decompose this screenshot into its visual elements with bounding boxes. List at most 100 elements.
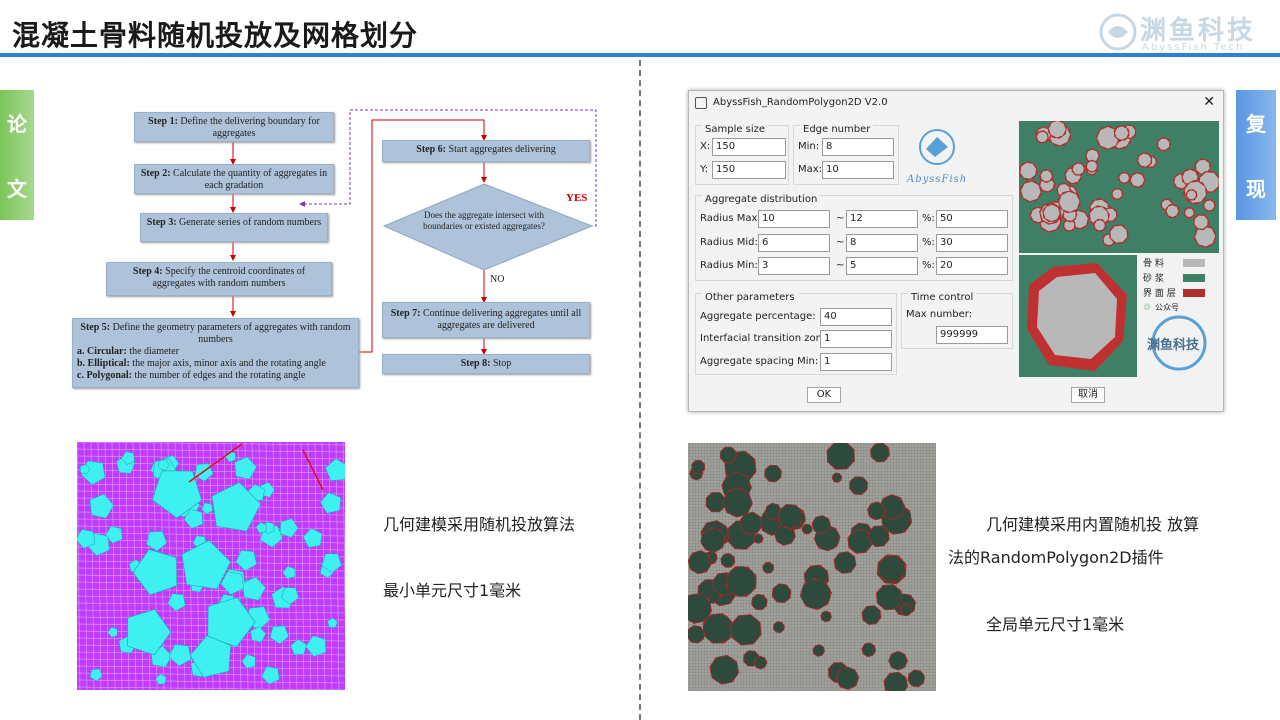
paper-mesh-image bbox=[77, 442, 345, 690]
caption-right-3: 全局单元尺寸1毫米 bbox=[986, 615, 1125, 634]
tab-reproduce[interactable]: 复 现 bbox=[1236, 90, 1276, 220]
tab-reproduce-char-2: 现 bbox=[1246, 177, 1266, 201]
step-4-label: Step 4: bbox=[132, 266, 163, 277]
radius-max-pct-field[interactable]: 50 bbox=[936, 210, 1008, 228]
tab-paper-char-2: 文 bbox=[7, 177, 27, 201]
radius-max-label: Radius Max: bbox=[700, 213, 761, 224]
random-polygon-dialog: AbyssFish_RandomPolygon2D V2.0 ✕ Sample … bbox=[688, 90, 1224, 412]
abyssfish-logo-text: AbyssFish bbox=[907, 174, 968, 185]
step-6-label: Step 6: bbox=[416, 144, 447, 155]
radius-min-tilde: ~ bbox=[836, 260, 845, 271]
logo-subtitle: AbyssFish Tech bbox=[1142, 42, 1245, 53]
cancel-button[interactable]: 取消 bbox=[1071, 387, 1105, 403]
step-4-box: Step 4: Specify the centroid coordinates… bbox=[106, 262, 332, 296]
other-parameters-group: Other parameters Aggregate percentage: 4… bbox=[695, 292, 897, 375]
edge-number-group: Edge number Min: 8 Max: 10 bbox=[793, 124, 899, 185]
brand-watermark-text: 渊鱼科技 bbox=[1147, 338, 1200, 353]
radius-mid-from-field[interactable]: 6 bbox=[758, 234, 830, 252]
step-8-label: Step 8: bbox=[460, 358, 491, 369]
dialog-title: AbyssFish_RandomPolygon2D V2.0 bbox=[713, 97, 888, 108]
legend-itz-swatch bbox=[1183, 289, 1205, 297]
step-4-text: Specify the centroid coordinates of aggr… bbox=[152, 266, 306, 289]
radius-mid-pct-label: %: bbox=[922, 237, 935, 248]
radius-mid-label: Radius Mid: bbox=[700, 237, 758, 248]
edge-number-label: Edge number bbox=[800, 124, 874, 135]
step-5-label: Step 5: bbox=[80, 322, 111, 333]
caption-right-1: 几何建模采用内置随机投 放算 bbox=[986, 515, 1200, 534]
caption-right-2: 法的RandomPolygon2D插件 bbox=[948, 548, 1164, 567]
step-8-text: Stop bbox=[490, 358, 512, 369]
sample-size-label: Sample size bbox=[702, 124, 769, 135]
step-5-box: Step 5: Define the geometry parameters o… bbox=[72, 318, 359, 388]
step-2-box: Step 2: Calculate the quantity of aggreg… bbox=[134, 164, 334, 194]
step-2-label: Step 2: bbox=[140, 168, 171, 179]
edge-max-field[interactable]: 10 bbox=[822, 161, 894, 179]
step-3-box: Step 3: Generate series of random number… bbox=[140, 213, 328, 242]
sample-size-group: Sample size X: 150 Y: 150 bbox=[695, 124, 789, 185]
step-5-b-text: the major axis, minor axis and the rotat… bbox=[129, 358, 326, 369]
edge-min-field[interactable]: 8 bbox=[822, 138, 894, 156]
aggregate-percentage-field[interactable]: 40 bbox=[820, 308, 892, 326]
step-7-box: Step 7: Continue delivering aggregates u… bbox=[382, 302, 590, 338]
step-5-a-text: the diameter bbox=[126, 346, 180, 357]
step-5-c-text: the number of edges and the rotating ang… bbox=[132, 370, 306, 381]
app-icon bbox=[695, 97, 707, 109]
step-6-box: Step 6: Start aggregates delivering bbox=[382, 140, 590, 162]
close-icon[interactable]: ✕ bbox=[1203, 94, 1215, 110]
decision-text: Does the aggregate intersect with bounda… bbox=[423, 210, 545, 231]
radius-max-tilde: ~ bbox=[836, 213, 845, 224]
radius-min-to-field[interactable]: 5 bbox=[846, 257, 918, 275]
itz-field[interactable]: 1 bbox=[820, 330, 892, 348]
step-1-text: Define the delivering boundary for aggre… bbox=[177, 116, 320, 139]
radius-min-pct-label: %: bbox=[922, 260, 935, 271]
radius-max-from-field[interactable]: 10 bbox=[758, 210, 830, 228]
step-6-text: Start aggregates delivering bbox=[446, 144, 556, 155]
step-7-label: Step 7: bbox=[390, 308, 421, 319]
max-number-field[interactable]: 999999 bbox=[936, 326, 1008, 344]
edge-max-label: Max: bbox=[798, 164, 823, 175]
aggregate-distribution-group: Aggregate distribution Radius Max: 10 ~ … bbox=[695, 194, 1013, 281]
tab-paper[interactable]: 论 文 bbox=[0, 90, 34, 220]
radius-min-from-field[interactable]: 3 bbox=[758, 257, 830, 275]
sample-y-field[interactable]: 150 bbox=[712, 161, 786, 179]
legend-itz-label: 界 面 层 bbox=[1143, 289, 1176, 299]
radius-mid-pct-field[interactable]: 30 bbox=[936, 234, 1008, 252]
step-3-label: Step 3: bbox=[146, 217, 177, 228]
legend-panel: 骨 料 砂 浆 界 面 层 ♲ 公众号 渊鱼科技 bbox=[1139, 255, 1219, 377]
radius-mid-tilde: ~ bbox=[836, 237, 845, 248]
time-control-group: Time control Max number: 999999 bbox=[901, 292, 1013, 349]
yes-label: YES bbox=[566, 192, 588, 204]
legend-mortar-label: 砂 浆 bbox=[1143, 274, 1164, 284]
abyssfish-logo-icon bbox=[919, 129, 955, 165]
no-label: NO bbox=[490, 274, 505, 285]
brand-logo: 渊鱼科技 AbyssFish Tech bbox=[1098, 10, 1268, 54]
step-5-c-label: c. Polygonal: bbox=[77, 370, 132, 381]
fish-logo-icon bbox=[1099, 13, 1137, 51]
caption-left-1: 几何建模采用随机投放算法 bbox=[383, 515, 576, 534]
spacing-label: Aggregate spacing Min: bbox=[700, 356, 819, 367]
sample-x-field[interactable]: 150 bbox=[712, 138, 786, 156]
ok-button[interactable]: OK bbox=[807, 387, 841, 403]
radius-min-pct-field[interactable]: 20 bbox=[936, 257, 1008, 275]
step-1-label: Step 1: bbox=[148, 116, 178, 127]
legend-aggregate-swatch bbox=[1183, 259, 1205, 267]
radius-max-pct-label: %: bbox=[922, 213, 935, 224]
edge-min-label: Min: bbox=[798, 141, 820, 152]
step-7-text: Continue delivering aggregates until all… bbox=[420, 308, 582, 331]
caption-left-2: 最小单元尺寸1毫米 bbox=[383, 581, 522, 600]
itz-label: Interfacial transition zone: bbox=[700, 333, 832, 344]
spacing-field[interactable]: 1 bbox=[820, 353, 892, 371]
max-number-label: Max number: bbox=[906, 309, 973, 320]
aggregate-preview bbox=[1019, 121, 1219, 253]
aggregate-percentage-label: Aggregate percentage: bbox=[700, 311, 816, 322]
time-control-label: Time control bbox=[908, 292, 977, 303]
radius-max-to-field[interactable]: 12 bbox=[846, 210, 918, 228]
legend-mortar-swatch bbox=[1183, 274, 1205, 282]
center-divider bbox=[639, 60, 641, 720]
step-5-a-label: a. Circular: bbox=[77, 346, 127, 357]
legend-aggregate-label: 骨 料 bbox=[1143, 259, 1164, 269]
page-title: 混凝土骨料随机投放及网格划分 bbox=[12, 19, 419, 52]
radius-mid-to-field[interactable]: 8 bbox=[846, 234, 918, 252]
step-1-box: Step 1: Define the delivering boundary f… bbox=[134, 112, 334, 142]
header-divider bbox=[0, 53, 1280, 57]
